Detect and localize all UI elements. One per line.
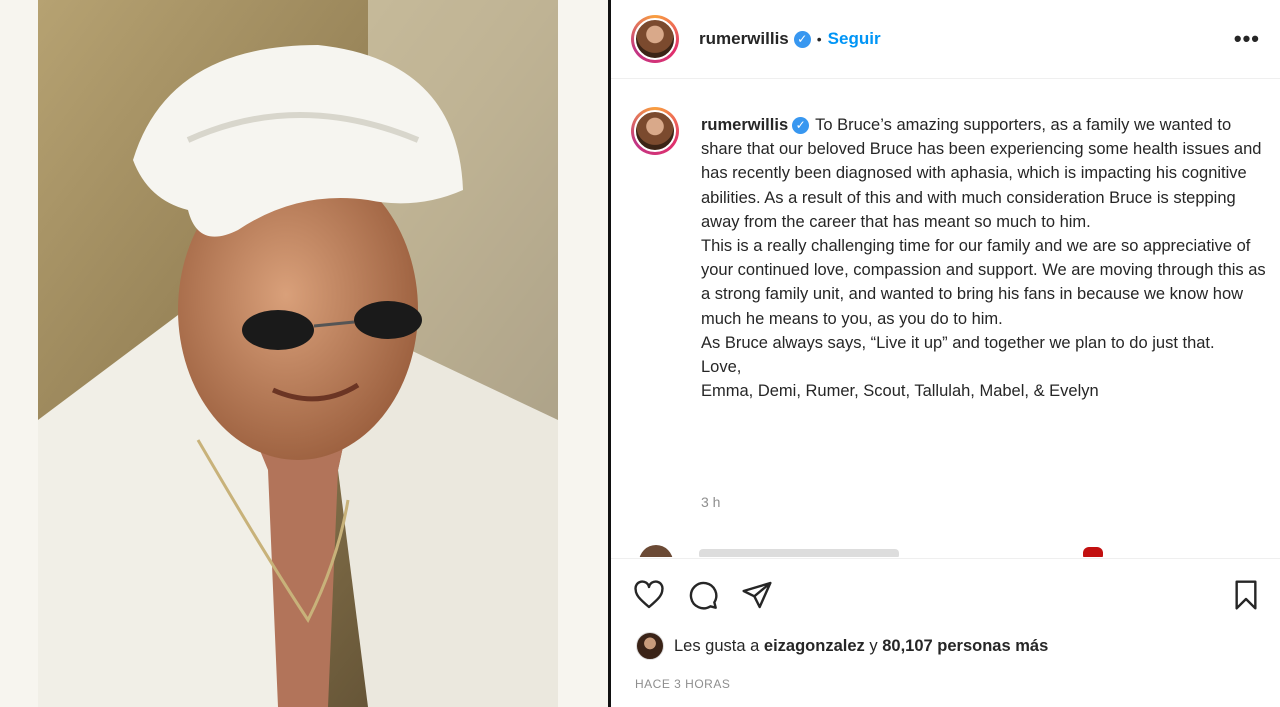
caption-username[interactable]: rumerwillis bbox=[701, 116, 788, 134]
caption-paragraph: As Bruce always says, “Live it up” and t… bbox=[701, 333, 1215, 352]
avatar-image bbox=[634, 18, 676, 60]
likes-count-link[interactable]: 80,107 personas más bbox=[882, 637, 1048, 656]
caption-paragraph: Emma, Demi, Rumer, Scout, Tallulah, Mabe… bbox=[701, 382, 1099, 401]
caption-paragraph: Love, bbox=[701, 358, 742, 377]
caption-author-avatar[interactable] bbox=[631, 107, 679, 155]
comment-row-partial bbox=[639, 545, 1239, 557]
author-avatar[interactable] bbox=[631, 15, 679, 63]
post-caption: rumerwillis ✓ To Bruce’s amazing supporter… bbox=[701, 113, 1271, 403]
caption-paragraph: This is a really challenging time for ou… bbox=[701, 237, 1266, 328]
avatar-image bbox=[634, 110, 676, 152]
more-options-icon[interactable]: ••• bbox=[1234, 26, 1260, 52]
author-username[interactable]: rumerwillis bbox=[699, 29, 789, 49]
share-paper-plane-icon[interactable] bbox=[741, 579, 773, 611]
verified-badge-icon: ✓ bbox=[792, 117, 810, 135]
photo-illustration bbox=[38, 0, 558, 707]
verified-badge-icon: ✓ bbox=[793, 30, 811, 48]
post-header: rumerwillis ✓ • Seguir ••• bbox=[611, 0, 1280, 79]
caption-timestamp[interactable]: 3 h bbox=[701, 494, 720, 510]
comment-avatar[interactable] bbox=[639, 545, 673, 557]
post-timestamp[interactable]: HACE 3 HORAS bbox=[635, 677, 730, 691]
action-bar bbox=[611, 558, 1280, 625]
comment-bubble-icon[interactable] bbox=[687, 579, 719, 611]
liker-avatar[interactable] bbox=[636, 632, 664, 660]
likes-conj: y bbox=[869, 636, 878, 655]
save-bookmark-icon[interactable] bbox=[1230, 579, 1262, 611]
post-details-panel: rumerwillis ✓ • Seguir ••• rumerwillis ✓ T… bbox=[611, 0, 1280, 707]
comment-text-partial bbox=[699, 549, 899, 557]
post-media-panel bbox=[0, 0, 610, 707]
red-heart-emoji-icon bbox=[1083, 547, 1103, 557]
comments-scroll-area[interactable]: rumerwillis ✓ To Bruce’s amazing supporter… bbox=[611, 79, 1280, 557]
post-photo[interactable] bbox=[38, 0, 558, 707]
follow-button[interactable]: Seguir bbox=[828, 29, 881, 49]
likes-prefix: Les gusta a bbox=[674, 636, 760, 655]
header-user-row: rumerwillis ✓ • Seguir bbox=[699, 29, 881, 49]
like-heart-icon[interactable] bbox=[633, 579, 665, 611]
liker-username[interactable]: eizagonzalez bbox=[764, 637, 865, 656]
likes-summary: Les gusta a eizagonzalez y 80,107 person… bbox=[636, 632, 1048, 660]
header-separator: • bbox=[816, 31, 822, 47]
